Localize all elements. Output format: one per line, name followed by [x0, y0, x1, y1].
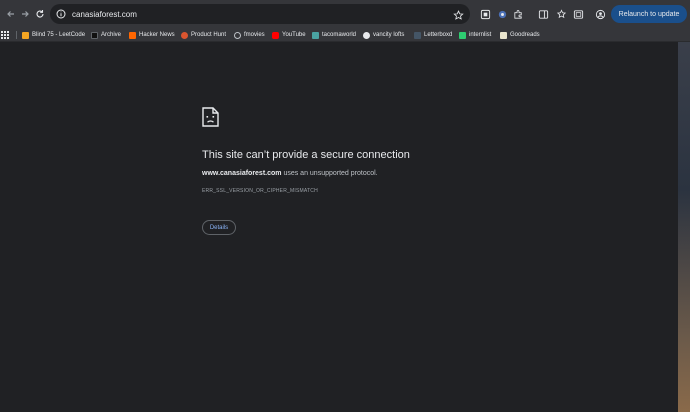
- browser-toolbar: canasiaforest.com Relaunch to update: [0, 0, 690, 28]
- bookmark-favicon-icon: [22, 31, 29, 39]
- bookmark-label: vancity lofts: [373, 32, 405, 38]
- bookmark-label: YouTube: [282, 32, 306, 38]
- sad-page-icon: [202, 107, 219, 132]
- extensions-menu-icon[interactable]: [510, 6, 526, 22]
- error-title: This site can’t provide a secure connect…: [202, 149, 410, 161]
- bookmark-label: tacomaworld: [322, 32, 357, 38]
- apps-grid-icon[interactable]: [1, 28, 9, 42]
- bookmark-favicon-icon: [181, 31, 188, 39]
- address-bar[interactable]: canasiaforest.com: [50, 4, 470, 24]
- puzzle-extension-icon[interactable]: [477, 6, 493, 22]
- bookmark-item[interactable]: YouTube: [272, 28, 306, 42]
- site-info-icon[interactable]: [55, 8, 67, 20]
- bookmark-label: Letterboxd: [424, 32, 453, 38]
- error-domain: www.canasiaforest.com: [202, 170, 282, 177]
- profile-avatar-icon[interactable]: [592, 6, 608, 22]
- bookmark-favicon-icon: [500, 31, 507, 39]
- bookmark-item[interactable]: internlist: [459, 28, 491, 42]
- bookmark-item[interactable]: Goodreads: [500, 28, 540, 42]
- bookmark-favicon-icon: [459, 31, 466, 39]
- bookmark-favicon-icon: [414, 31, 421, 39]
- reading-list-icon[interactable]: [553, 6, 569, 22]
- bookmark-item[interactable]: Archive: [91, 28, 121, 42]
- bookmarks-bar: Blind 75 - LeetCode Archive Hacker News …: [0, 28, 690, 42]
- details-button[interactable]: Details: [202, 220, 236, 235]
- bookmark-divider: [16, 31, 17, 39]
- bookmark-label: Goodreads: [510, 32, 540, 38]
- bookmark-item[interactable]: Product Hunt: [181, 28, 226, 42]
- bookmark-label: fmovies: [244, 32, 265, 38]
- bookmark-item[interactable]: Letterboxd: [414, 28, 452, 42]
- bookmark-star-icon[interactable]: [453, 8, 464, 26]
- reload-button[interactable]: [32, 6, 48, 22]
- desktop-background-edge: [678, 42, 690, 412]
- arrow-left-icon: [7, 11, 14, 17]
- bookmark-label: internlist: [469, 32, 492, 38]
- youtube-icon: [272, 31, 279, 39]
- bookmark-label: Archive: [101, 32, 122, 38]
- bookmark-label: Hacker News: [139, 32, 175, 38]
- bookmark-item[interactable]: fmovies: [234, 28, 265, 42]
- bookmark-favicon-icon: [91, 31, 98, 39]
- bookmark-item[interactable]: tacomaworld: [312, 28, 356, 42]
- bookmark-item[interactable]: Hacker News: [129, 28, 175, 42]
- address-bar-url[interactable]: canasiaforest.com: [72, 10, 137, 19]
- extension-icon[interactable]: [494, 6, 510, 22]
- error-description: www.canasiaforest.com uses an unsupporte…: [202, 170, 378, 177]
- side-panel-icon[interactable]: [535, 6, 551, 22]
- bookmark-favicon-icon: [129, 31, 136, 39]
- bookmark-item[interactable]: Blind 75 - LeetCode: [22, 28, 85, 42]
- relaunch-to-update-button[interactable]: Relaunch to update: [611, 5, 687, 23]
- bookmark-label: Product Hunt: [191, 32, 227, 38]
- bookmark-favicon-icon: [363, 31, 370, 39]
- error-message: uses an unsupported protocol.: [281, 170, 378, 177]
- arrow-right-icon: [22, 11, 29, 17]
- reload-icon: [36, 10, 44, 18]
- bookmark-item[interactable]: vancity lofts: [363, 28, 404, 42]
- bookmark-label: Blind 75 - LeetCode: [32, 32, 86, 38]
- bookmark-favicon-icon: [312, 31, 319, 39]
- globe-icon: [234, 31, 241, 39]
- forward-button[interactable]: [17, 6, 33, 22]
- tab-search-icon[interactable]: [570, 6, 586, 22]
- page-content: [0, 42, 690, 412]
- error-code: ERR_SSL_VERSION_OR_CIPHER_MISMATCH: [202, 188, 318, 194]
